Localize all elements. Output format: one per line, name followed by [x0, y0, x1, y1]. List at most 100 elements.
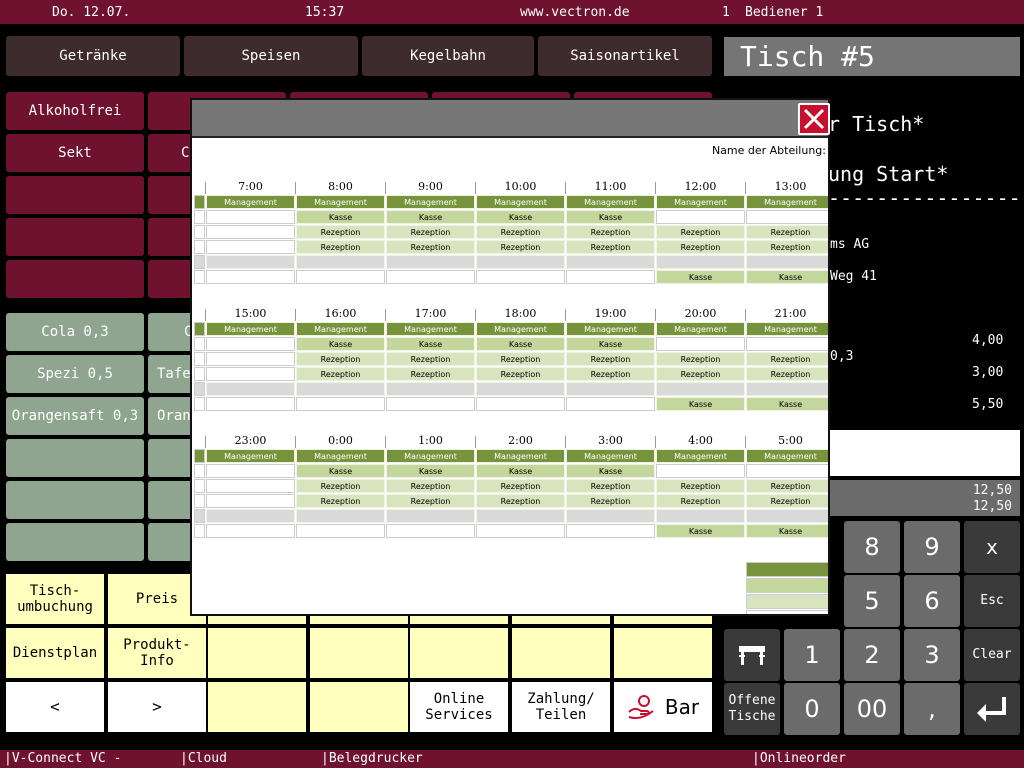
gridline	[205, 436, 206, 448]
shift-empty	[296, 509, 385, 523]
row-stub	[194, 449, 205, 463]
enter-key[interactable]	[964, 683, 1020, 735]
shift-rezeption: Rezeption	[746, 240, 828, 254]
shift-kasse: Kasse	[656, 270, 745, 284]
shift-rezeption: Rezeption	[386, 479, 475, 493]
shift-empty	[746, 255, 828, 269]
function-button[interactable]	[512, 628, 610, 678]
bar-payment-button[interactable]: Bar	[614, 682, 712, 732]
previous-page-button[interactable]: <	[6, 682, 104, 732]
product-button[interactable]	[6, 439, 144, 477]
key-9[interactable]: 9	[904, 521, 960, 573]
key-2[interactable]: 2	[844, 629, 900, 681]
shift-kasse: Kasse	[566, 210, 655, 224]
key-3[interactable]: 3	[904, 629, 960, 681]
function-button[interactable]	[310, 682, 408, 732]
clear-key[interactable]: Clear	[964, 629, 1020, 681]
receipt-total: 12,50	[972, 499, 1012, 514]
shift-empty	[206, 397, 295, 411]
bottom-status-bar: |V-Connect VC - |Cloud |Belegdrucker |On…	[0, 750, 1024, 768]
offene-tische-button[interactable]: Offene Tische	[724, 683, 780, 735]
produkt-info-button[interactable]: Produkt- Info	[108, 628, 206, 678]
shift-rezeption: Rezeption	[386, 367, 475, 381]
shift-rezeption: Rezeption	[746, 367, 828, 381]
online-services-button[interactable]: Online Services	[410, 682, 508, 732]
table-function-button[interactable]	[724, 629, 780, 681]
function-button[interactable]	[310, 628, 408, 678]
category-kegelbahn[interactable]: Kegelbahn	[362, 36, 534, 76]
shift-management: Management	[566, 449, 655, 463]
subgroup-button[interactable]	[6, 260, 144, 298]
row-stub	[194, 352, 205, 366]
row-stub	[194, 494, 205, 508]
shift-management: Management	[296, 449, 385, 463]
gridline	[475, 436, 476, 448]
gridline	[295, 309, 296, 321]
key-00[interactable]: 00	[844, 683, 900, 735]
hour-label: 9:00	[418, 180, 443, 193]
gridline	[745, 436, 746, 448]
shift-kasse: Kasse	[656, 397, 745, 411]
function-button[interactable]	[614, 628, 712, 678]
shift-rezeption: Rezeption	[296, 479, 385, 493]
function-button[interactable]	[208, 682, 306, 732]
escape-key[interactable]: Esc	[964, 575, 1020, 627]
shift-empty	[746, 509, 828, 523]
shift-rezeption: Rezeption	[566, 367, 655, 381]
row-stub	[194, 225, 205, 239]
product-button[interactable]	[6, 523, 144, 561]
product-orangensaft[interactable]: Orangensaft 0,3	[6, 397, 144, 435]
legend-swatch	[746, 610, 828, 614]
subgroup-alkoholfrei[interactable]: Alkoholfrei	[6, 92, 144, 130]
product-button[interactable]	[6, 481, 144, 519]
key-6[interactable]: 6	[904, 575, 960, 627]
row-stub	[194, 464, 205, 478]
shift-empty	[746, 464, 828, 478]
shift-rezeption: Rezeption	[476, 225, 565, 239]
tischumbuchung-button[interactable]: Tisch- umbuchung	[6, 574, 104, 624]
function-button[interactable]	[410, 628, 508, 678]
shift-rezeption: Rezeption	[746, 479, 828, 493]
comma-key[interactable]: ,	[904, 683, 960, 735]
shift-empty	[746, 210, 828, 224]
close-button[interactable]	[798, 103, 830, 135]
receipt-line: ms AG	[830, 237, 870, 252]
shift-management: Management	[476, 322, 565, 336]
function-button[interactable]	[208, 628, 306, 678]
key-0[interactable]: 0	[784, 683, 840, 735]
subgroup-button[interactable]	[6, 176, 144, 214]
shift-empty	[206, 352, 295, 366]
shift-rezeption: Rezeption	[386, 225, 475, 239]
shift-rezeption: Rezeption	[296, 352, 385, 366]
hour-label: 2:00	[508, 434, 533, 447]
next-page-button[interactable]: >	[108, 682, 206, 732]
product-cola[interactable]: Cola 0,3	[6, 313, 144, 351]
dialog-header	[192, 100, 828, 138]
gridline	[475, 182, 476, 194]
category-saisonartikel[interactable]: Saisonartikel	[538, 36, 712, 76]
shift-rezeption: Rezeption	[656, 367, 745, 381]
product-spezi[interactable]: Spezi 0,5	[6, 355, 144, 393]
multiply-key[interactable]: x	[964, 521, 1020, 573]
key-5[interactable]: 5	[844, 575, 900, 627]
receipt-item: 0,3	[830, 349, 854, 364]
shift-management: Management	[566, 195, 655, 209]
row-stub	[194, 479, 205, 493]
subgroup-button[interactable]	[6, 218, 144, 256]
shift-empty	[386, 397, 475, 411]
category-getraenke[interactable]: Getränke	[6, 36, 180, 76]
key-8[interactable]: 8	[844, 521, 900, 573]
subgroup-sekt[interactable]: Sekt	[6, 134, 144, 172]
status-date: Do. 12.07.	[52, 5, 131, 20]
key-1[interactable]: 1	[784, 629, 840, 681]
shift-rezeption: Rezeption	[656, 352, 745, 366]
shift-rezeption: Rezeption	[386, 494, 475, 508]
zahlung-teilen-button[interactable]: Zahlung/ Teilen	[512, 682, 610, 732]
dienstplan-button[interactable]: Dienstplan	[6, 628, 104, 678]
shift-kasse: Kasse	[476, 210, 565, 224]
gridline	[385, 436, 386, 448]
shift-kasse: Kasse	[296, 464, 385, 478]
shift-empty	[566, 524, 655, 538]
category-speisen[interactable]: Speisen	[184, 36, 358, 76]
shift-empty	[656, 337, 745, 351]
